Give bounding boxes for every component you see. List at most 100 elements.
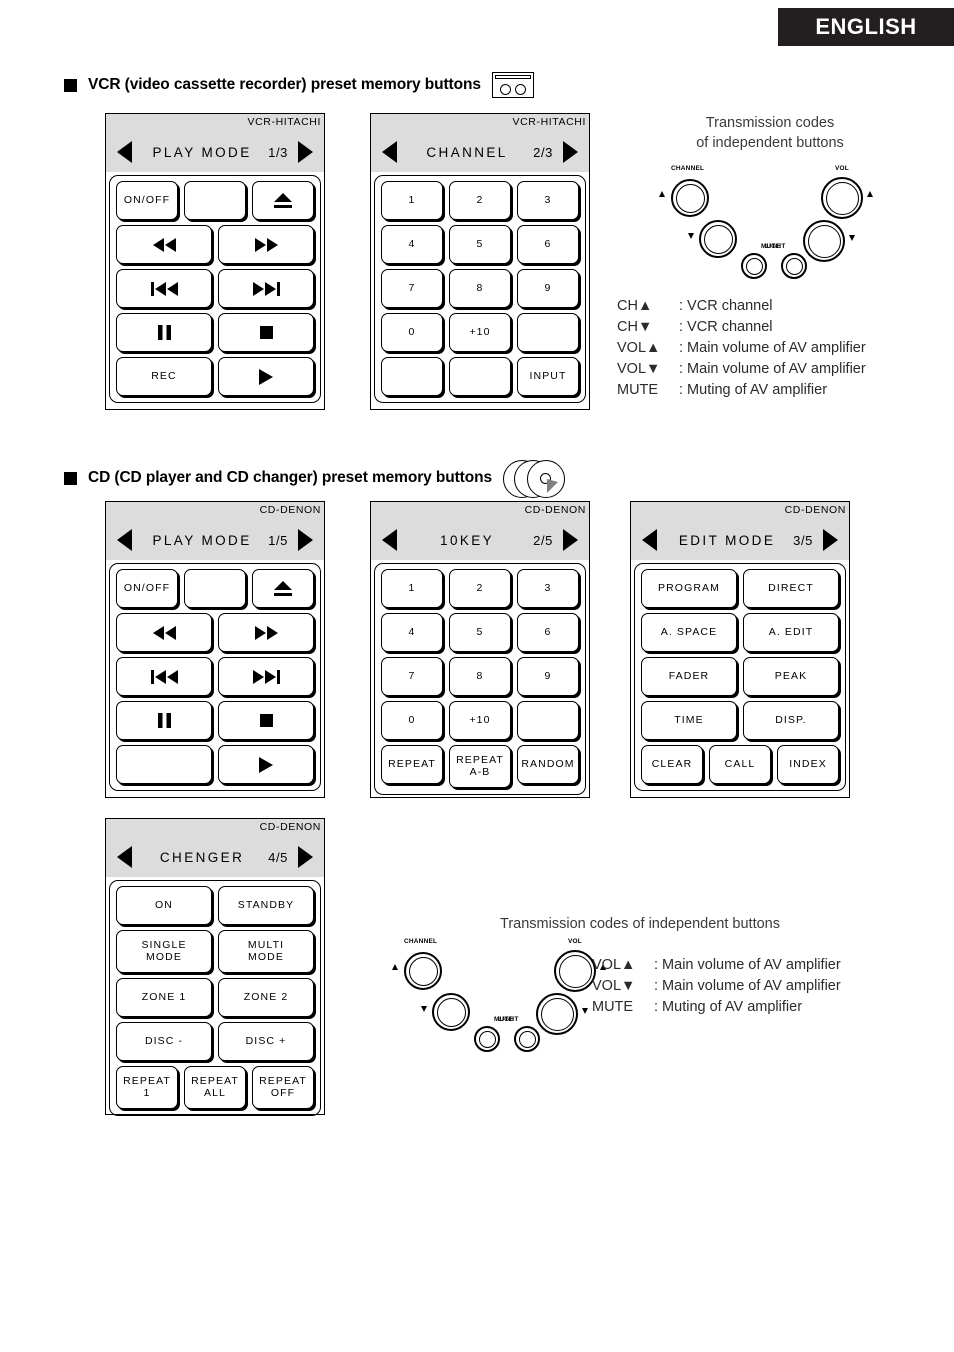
remote-panel-cd-chenger[interactable]: CD-DENON CHENGER 4/5 ON STANDBY SINGLE MODE MU… <box>105 818 325 1116</box>
panel-button-2[interactable]: 2 <box>449 181 511 220</box>
panel-button-zone-1[interactable]: ZONE 1 <box>116 978 212 1017</box>
panel-button-index[interactable]: INDEX <box>777 745 839 784</box>
panel-button-program[interactable]: PROGRAM <box>641 569 737 608</box>
panel-button-label: 3 <box>544 581 552 594</box>
panel-button-input[interactable]: INPUT <box>517 357 579 396</box>
panel-button-ff[interactable] <box>218 613 314 652</box>
panel-button-6[interactable]: 6 <box>517 225 579 264</box>
panel-button-zone-2[interactable]: ZONE 2 <box>218 978 314 1017</box>
panel-button-call[interactable]: CALL <box>709 745 771 784</box>
panel-button-random[interactable]: RANDOM <box>517 745 579 784</box>
panel-button-peak[interactable]: PEAK <box>743 657 839 696</box>
panel-button-on-off[interactable]: ON/OFF <box>116 569 178 608</box>
panel-button-4[interactable]: 4 <box>381 613 443 652</box>
panel-button-3[interactable]: 3 <box>517 569 579 608</box>
panel-button-label: CLEAR <box>651 757 693 770</box>
triangle-left-icon <box>117 529 132 551</box>
panel-prev-button[interactable] <box>115 845 134 869</box>
panel-next-button[interactable] <box>296 140 315 164</box>
remote-panel-cd-play-mode[interactable]: CD-DENON PLAY MODE 1/5 ON/OFF <box>105 501 325 798</box>
panel-button-blank[interactable] <box>517 313 579 352</box>
panel-prev-button[interactable] <box>380 140 399 164</box>
remote-panel-vcr-channel[interactable]: VCR-HITACHI CHANNEL 2/3 1 2 3 4 5 6 7 8 9 0 +10 INPUT <box>370 113 590 410</box>
panel-button-1[interactable]: 1 <box>381 181 443 220</box>
panel-button-7[interactable]: 7 <box>381 269 443 308</box>
panel-next-button[interactable] <box>296 528 315 552</box>
panel-button-blank[interactable] <box>517 701 579 740</box>
panel-button-direct[interactable]: DIRECT <box>743 569 839 608</box>
panel-button-clear[interactable]: CLEAR <box>641 745 703 784</box>
panel-button-repeat-1[interactable]: REPEAT 1 <box>116 1066 178 1109</box>
panel-button-next[interactable] <box>218 657 314 696</box>
panel-button-stop[interactable] <box>218 313 314 352</box>
panel-button-0[interactable]: 0 <box>381 313 443 352</box>
panel-button-on[interactable]: ON <box>116 886 212 925</box>
panel-button-9[interactable]: 9 <box>517 269 579 308</box>
panel-button-rec[interactable]: REC <box>116 357 212 396</box>
panel-button-ff[interactable] <box>218 225 314 264</box>
previous-track-icon <box>150 281 178 296</box>
panel-next-button[interactable] <box>561 140 580 164</box>
panel-button-row: REC <box>116 357 314 396</box>
panel-next-button[interactable] <box>296 845 315 869</box>
panel-button-1[interactable]: 1 <box>381 569 443 608</box>
panel-button-prev[interactable] <box>116 269 212 308</box>
panel-button-prev[interactable] <box>116 657 212 696</box>
panel-button-on-off[interactable]: ON/OFF <box>116 181 178 220</box>
panel-button-time[interactable]: TIME <box>641 701 737 740</box>
panel-button-play[interactable] <box>218 357 314 396</box>
panel-button-10[interactable]: +10 <box>449 701 511 740</box>
panel-button-multi-mode[interactable]: MULTI MODE <box>218 930 314 973</box>
remote-panel-cd-10key[interactable]: CD-DENON 10KEY 2/5 1 2 3 4 5 6 7 8 9 0 +10 REPEAT REPEA… <box>370 501 590 798</box>
panel-button-fader[interactable]: FADER <box>641 657 737 696</box>
panel-button-eject[interactable] <box>252 569 314 608</box>
panel-button-disc[interactable]: DISC - <box>116 1022 212 1061</box>
panel-prev-button[interactable] <box>640 528 659 552</box>
panel-prev-button[interactable] <box>380 528 399 552</box>
panel-button-pause[interactable] <box>116 701 212 740</box>
panel-button-single-mode[interactable]: SINGLE MODE <box>116 930 212 973</box>
triangle-right-icon <box>298 141 313 163</box>
panel-button-blank[interactable] <box>184 181 246 220</box>
panel-button-0[interactable]: 0 <box>381 701 443 740</box>
panel-button-a-edit[interactable]: A. EDIT <box>743 613 839 652</box>
panel-button-blank[interactable] <box>381 357 443 396</box>
panel-button-stop[interactable] <box>218 701 314 740</box>
panel-button-disp[interactable]: DISP. <box>743 701 839 740</box>
panel-button-repeat-off[interactable]: REPEAT OFF <box>252 1066 314 1109</box>
panel-button-3[interactable]: 3 <box>517 181 579 220</box>
panel-button-10[interactable]: +10 <box>449 313 511 352</box>
panel-button-a-space[interactable]: A. SPACE <box>641 613 737 652</box>
panel-button-7[interactable]: 7 <box>381 657 443 696</box>
panel-button-6[interactable]: 6 <box>517 613 579 652</box>
panel-prev-button[interactable] <box>115 528 134 552</box>
panel-button-5[interactable]: 5 <box>449 225 511 264</box>
panel-button-4[interactable]: 4 <box>381 225 443 264</box>
panel-button-next[interactable] <box>218 269 314 308</box>
panel-button-8[interactable]: 8 <box>449 269 511 308</box>
panel-button-blank[interactable] <box>184 569 246 608</box>
remote-panel-cd-edit-mode[interactable]: CD-DENON EDIT MODE 3/5 PROGRAM DIRECT A. SPAC… <box>630 501 850 798</box>
panel-button-pause[interactable] <box>116 313 212 352</box>
panel-button-repeat[interactable]: REPEAT <box>381 745 443 784</box>
panel-button-blank[interactable] <box>116 745 212 784</box>
panel-button-play[interactable] <box>218 745 314 784</box>
panel-button-2[interactable]: 2 <box>449 569 511 608</box>
panel-button-rew[interactable] <box>116 613 212 652</box>
panel-next-button[interactable] <box>821 528 840 552</box>
panel-prev-button[interactable] <box>115 140 134 164</box>
panel-button-eject[interactable] <box>252 181 314 220</box>
panel-button-disc[interactable]: DISC + <box>218 1022 314 1061</box>
panel-button-5[interactable]: 5 <box>449 613 511 652</box>
panel-button-rew[interactable] <box>116 225 212 264</box>
panel-button-9[interactable]: 9 <box>517 657 579 696</box>
panel-button-repeat-all[interactable]: REPEAT ALL <box>184 1066 246 1109</box>
panel-next-button[interactable] <box>561 528 580 552</box>
panel-button-blank[interactable] <box>449 357 511 396</box>
panel-button-8[interactable]: 8 <box>449 657 511 696</box>
transmission-code-row: VOL▲: Main volume of AV amplifier <box>617 338 866 359</box>
panel-button-standby[interactable]: STANDBY <box>218 886 314 925</box>
remote-panel-vcr-play-mode[interactable]: VCR-HITACHI PLAY MODE 1/3 ON/OFF REC <box>105 113 325 410</box>
panel-button-repeat-a-b[interactable]: REPEAT A-B <box>449 745 511 788</box>
panel-button-grid: 1 2 3 4 5 6 7 8 9 0 +10 INPUT <box>374 175 586 403</box>
